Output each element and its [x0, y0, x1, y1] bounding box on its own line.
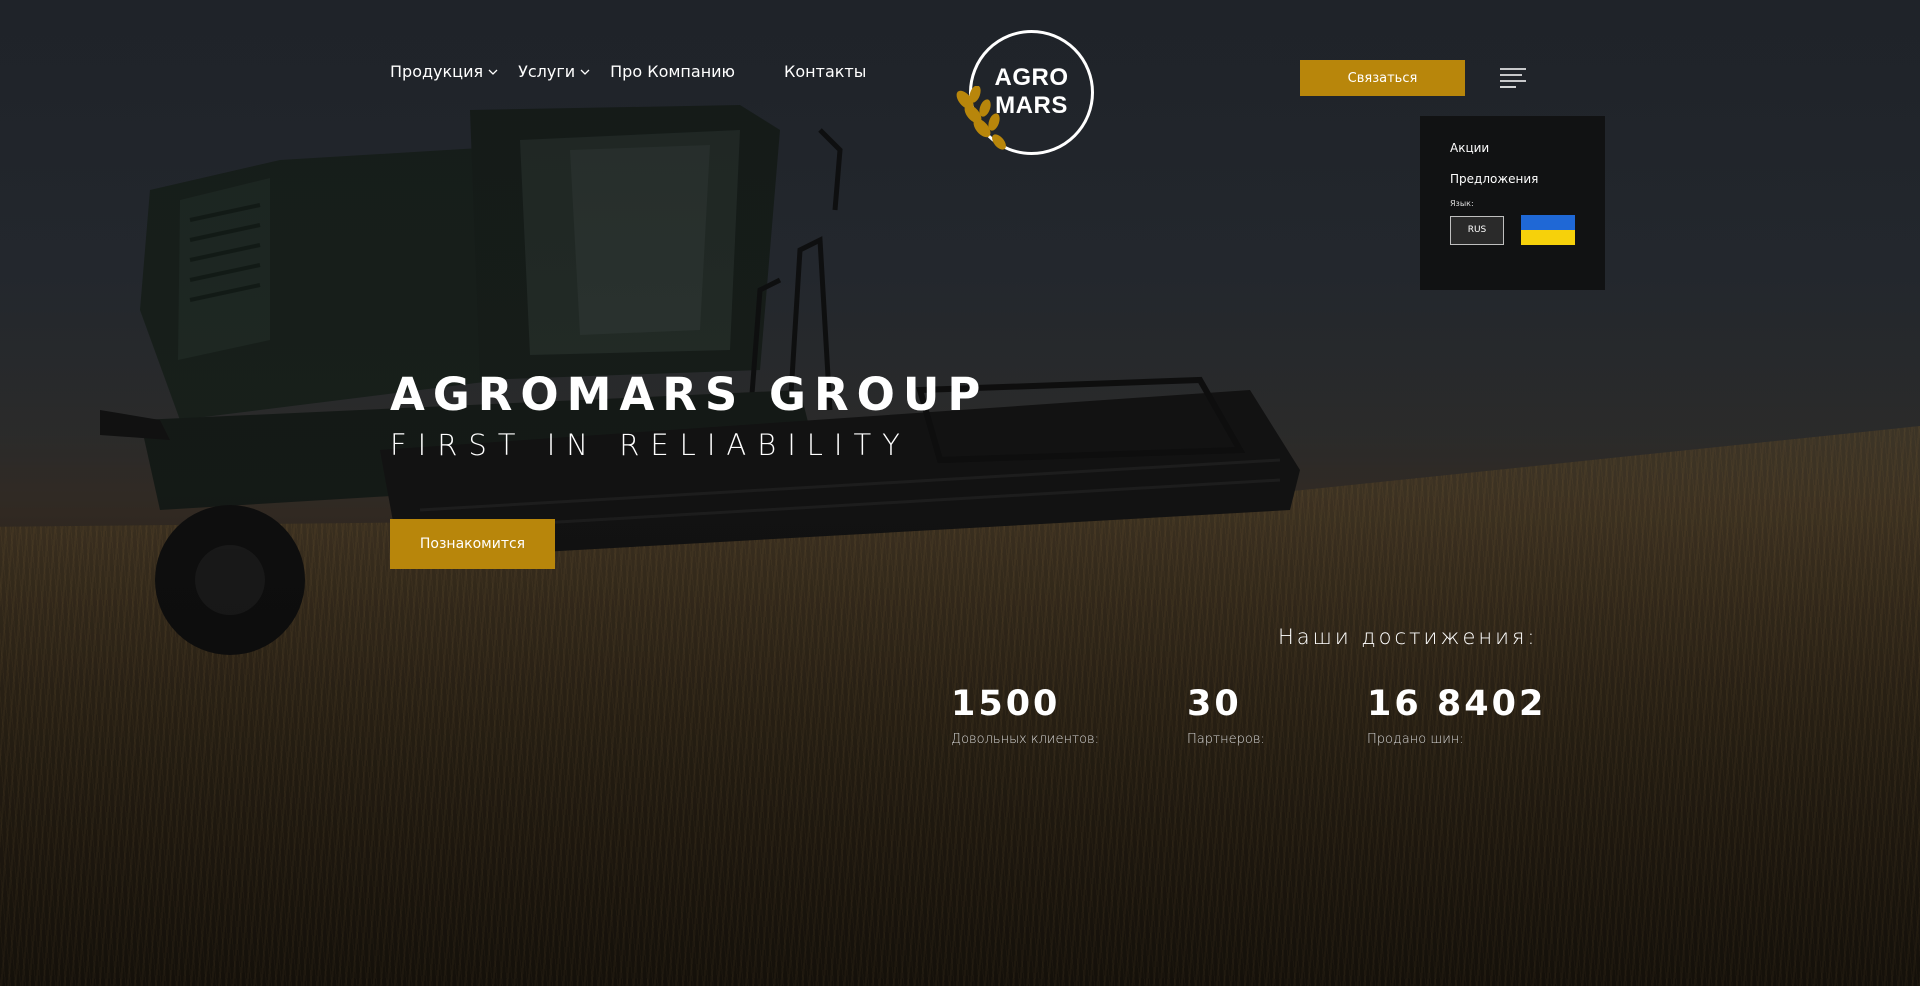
language-label: Язык:	[1450, 199, 1474, 208]
flag-blue-stripe	[1521, 215, 1575, 230]
menu-item-promotions[interactable]: Акции	[1450, 141, 1605, 155]
stat-value: 1500	[951, 684, 1061, 724]
hero-title: AGROMARS GROUP	[390, 368, 989, 421]
main-nav: Продукция Услуги Про Компанию Контакты	[390, 62, 866, 81]
nav-item-services[interactable]: Услуги	[518, 62, 590, 81]
side-menu-dropdown: Акции Предложения Язык: RUS	[1420, 116, 1605, 290]
menu-item-offers[interactable]: Предложения	[1450, 172, 1605, 186]
achievement-stat: 16 8402 Продано шин:	[1367, 682, 1546, 747]
language-rus-button[interactable]: RUS	[1450, 215, 1504, 245]
flag-yellow-stripe	[1521, 230, 1575, 245]
stat-label: Довольных клиентов:	[951, 732, 1100, 747]
achievements-title: Наши достижения:	[1278, 625, 1538, 649]
language-switcher: RUS	[1450, 215, 1605, 245]
nav-item-contacts[interactable]: Контакты	[784, 62, 866, 81]
achievement-stat: 30 Партнеров:	[1187, 682, 1265, 747]
nav-item-products-label: Продукция	[390, 62, 484, 81]
ukraine-flag-icon[interactable]	[1521, 215, 1575, 245]
contact-button[interactable]: Связаться	[1300, 60, 1465, 96]
stat-label: Продано шин:	[1367, 732, 1464, 747]
nav-item-about-label: Про Компанию	[610, 62, 736, 81]
menu-icon[interactable]	[1500, 67, 1528, 89]
nav-item-products[interactable]: Продукция	[390, 62, 498, 81]
stat-label: Партнеров:	[1187, 732, 1265, 747]
stat-value: 16 8402	[1367, 684, 1547, 724]
nav-item-contacts-label: Контакты	[784, 62, 867, 81]
hero-subtitle: FIRST IN RELIABILITY	[390, 428, 911, 462]
nav-item-about[interactable]: Про Компанию	[610, 62, 735, 81]
achievement-stat: 1500 Довольных клиентов:	[951, 682, 1099, 747]
stat-value: 30	[1187, 684, 1242, 724]
logo[interactable]: AGRO MARS	[951, 28, 1099, 158]
get-acquainted-button[interactable]: Познакомится	[390, 519, 555, 569]
nav-item-services-label: Услуги	[518, 62, 576, 81]
chevron-down-icon	[580, 69, 590, 75]
hero-section: Продукция Услуги Про Компанию Контакты A…	[0, 0, 1920, 986]
wheat-icon	[956, 86, 1006, 150]
chevron-down-icon	[488, 69, 498, 75]
